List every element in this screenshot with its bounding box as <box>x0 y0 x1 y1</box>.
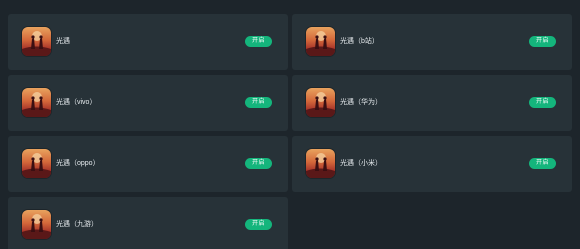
open-button[interactable]: 开启 <box>245 36 272 47</box>
app-icon <box>306 149 335 178</box>
app-grid: 光遇 开启 光遇（b站） 开启 光遇（vivo） 开启 光遇（华为） 开启 光遇… <box>0 0 580 249</box>
app-icon <box>22 27 51 56</box>
app-icon <box>22 88 51 117</box>
app-card: 光遇（华为） 开启 <box>292 75 572 131</box>
app-card: 光遇（oppo） 开启 <box>8 136 288 192</box>
app-icon <box>22 149 51 178</box>
app-card: 光遇（小米） 开启 <box>292 136 572 192</box>
app-icon <box>306 27 335 56</box>
app-name: 光遇（vivo） <box>56 99 97 106</box>
open-button[interactable]: 开启 <box>529 36 556 47</box>
open-button[interactable]: 开启 <box>529 158 556 169</box>
app-name: 光遇（华为） <box>340 99 382 106</box>
open-button[interactable]: 开启 <box>245 158 272 169</box>
app-name: 光遇（小米） <box>340 160 382 167</box>
app-name: 光遇（oppo） <box>56 160 100 167</box>
app-card: 光遇（vivo） 开启 <box>8 75 288 131</box>
app-icon <box>22 210 51 239</box>
open-button[interactable]: 开启 <box>529 97 556 108</box>
open-button[interactable]: 开启 <box>245 219 272 230</box>
app-card: 光遇 开启 <box>8 14 288 70</box>
app-icon <box>306 88 335 117</box>
app-card: 光遇（b站） 开启 <box>292 14 572 70</box>
app-card: 光遇（九游） 开启 <box>8 197 288 249</box>
app-name: 光遇（b站） <box>340 38 379 45</box>
app-name: 光遇 <box>56 38 70 45</box>
open-button[interactable]: 开启 <box>245 97 272 108</box>
app-name: 光遇（九游） <box>56 221 98 228</box>
